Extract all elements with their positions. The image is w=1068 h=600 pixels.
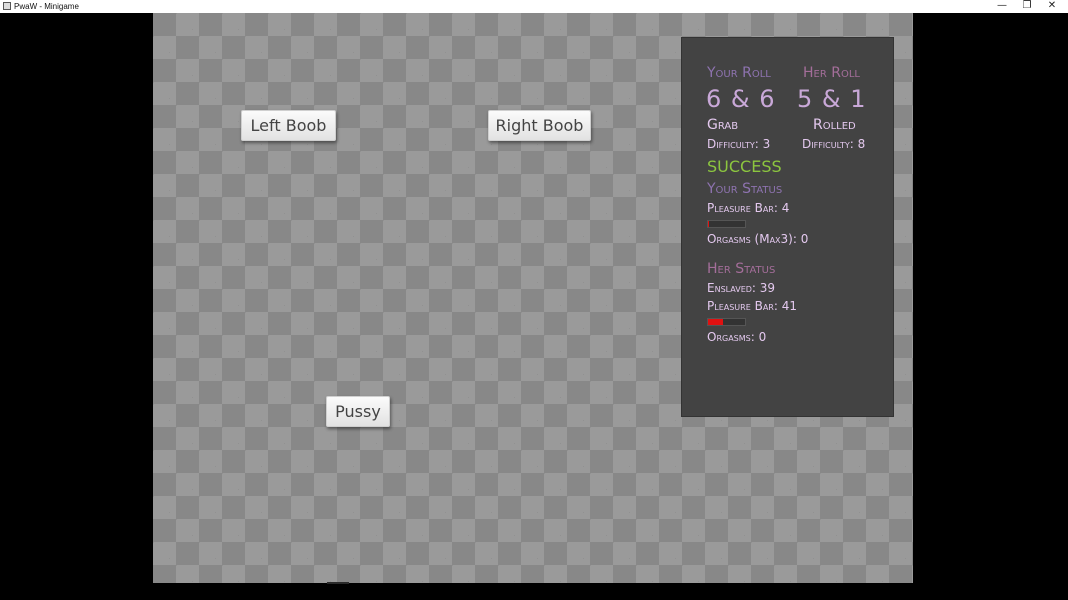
her-pleasure-bar-fill [708, 319, 724, 325]
close-button[interactable]: ✕ [1040, 0, 1064, 13]
your-roll-header: Your Roll [707, 65, 771, 81]
your-roll-value: 6 & 6 [706, 85, 776, 113]
her-pleasure-label: Pleasure Bar: 41 [707, 299, 797, 313]
your-orgasms: Orgasms (Max3): 0 [707, 232, 809, 246]
restore-button[interactable]: ❐ [1015, 0, 1039, 13]
roll-result: SUCCESS [707, 157, 782, 176]
pussy-button[interactable]: Pussy [326, 396, 390, 427]
status-panel: Your Roll Her Roll 6 & 6 5 & 1 Grab Roll… [681, 37, 894, 417]
her-orgasms: Orgasms: 0 [707, 330, 767, 344]
her-action: Rolled [813, 117, 856, 133]
app-icon [3, 2, 11, 10]
your-pleasure-label: Pleasure Bar: 4 [707, 201, 790, 215]
her-status-header: Her Status [707, 261, 776, 277]
her-roll-value: 5 & 1 [797, 85, 867, 113]
bottom-handle [327, 582, 349, 584]
your-action: Grab [707, 117, 739, 133]
her-roll-header: Her Roll [803, 65, 860, 81]
your-difficulty: Difficulty: 3 [707, 137, 771, 151]
window-title: PwaW - Minigame [14, 2, 79, 11]
minimize-button[interactable]: — [990, 0, 1014, 13]
your-pleasure-bar-fill [708, 221, 710, 227]
left-boob-button[interactable]: Left Boob [241, 110, 336, 141]
her-difficulty: Difficulty: 8 [802, 137, 866, 151]
her-pleasure-bar [707, 318, 746, 326]
title-bar: PwaW - Minigame — ❐ ✕ [0, 0, 1068, 13]
your-status-header: Your Status [707, 181, 783, 197]
her-enslaved: Enslaved: 39 [707, 281, 776, 295]
minigame-canvas: Left Boob Right Boob Pussy Your Roll Her… [153, 13, 913, 583]
right-boob-button[interactable]: Right Boob [488, 110, 591, 141]
your-pleasure-bar [707, 220, 746, 228]
